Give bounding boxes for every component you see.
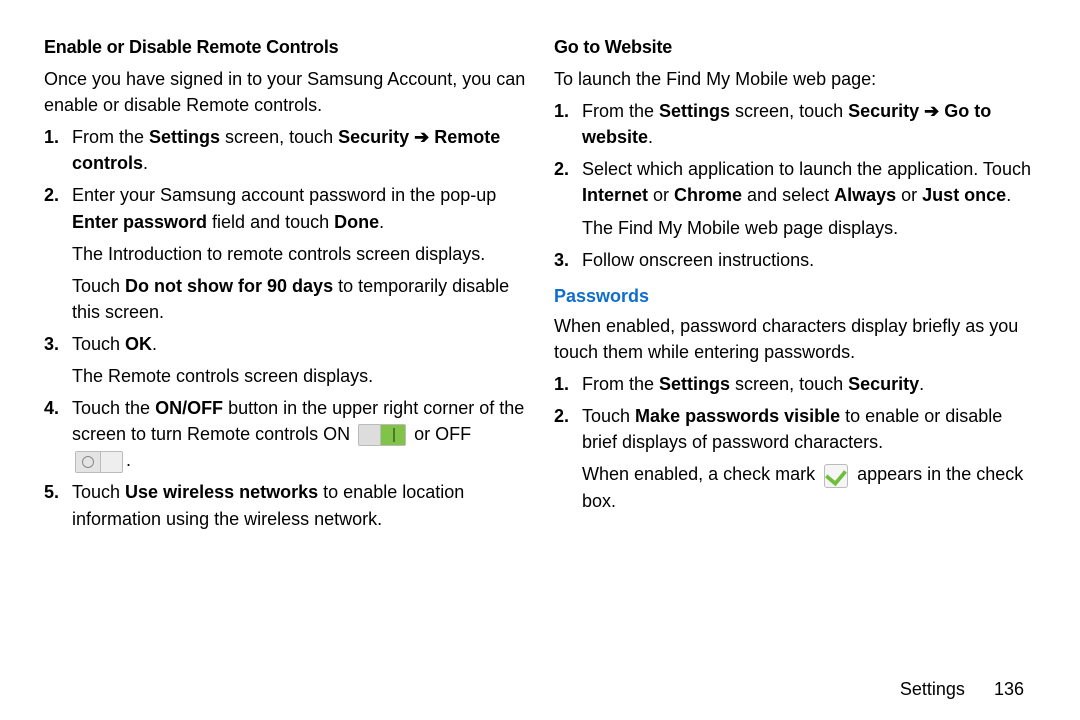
- step-body: Select which application to launch the a…: [582, 156, 1036, 240]
- step-number: 5.: [44, 479, 72, 505]
- toggle-off-icon: [75, 451, 123, 473]
- step-body: Touch the ON/OFF button in the upper rig…: [72, 395, 526, 473]
- step-body: Touch Make passwords visible to enable o…: [582, 403, 1036, 514]
- step-body: Touch Use wireless networks to enable lo…: [72, 479, 526, 531]
- page-footer: Settings 136: [44, 675, 1036, 720]
- step-number: 1.: [554, 98, 582, 124]
- step-body: Enter your Samsung account password in t…: [72, 182, 526, 324]
- arrow-icon: ➔: [919, 101, 944, 121]
- steps-go-to-website: 1. From the Settings screen, touch Secur…: [554, 98, 1036, 273]
- left-column: Enable or Disable Remote Controls Once y…: [44, 34, 526, 675]
- step-body: From the Settings screen, touch Security…: [582, 371, 1036, 397]
- steps-remote-controls: 1. From the Settings screen, touch Secur…: [44, 124, 526, 531]
- checkmark-icon: [824, 464, 848, 488]
- step-3: 3. Touch OK. The Remote controls screen …: [44, 331, 526, 389]
- heading-go-to-website: Go to Website: [554, 34, 1036, 60]
- step-4: 4. Touch the ON/OFF button in the upper …: [44, 395, 526, 473]
- step-number: 2.: [554, 156, 582, 182]
- step-1: 1. From the Settings screen, touch Secur…: [554, 371, 1036, 397]
- step-body: Touch OK. The Remote controls screen dis…: [72, 331, 526, 389]
- arrow-icon: ➔: [409, 127, 434, 147]
- step-subtext: The Remote controls screen displays.: [72, 363, 526, 389]
- step-1: 1. From the Settings screen, touch Secur…: [44, 124, 526, 176]
- intro-go-to-website: To launch the Find My Mobile web page:: [554, 66, 1036, 92]
- step-1: 1. From the Settings screen, touch Secur…: [554, 98, 1036, 150]
- intro-passwords: When enabled, password characters displa…: [554, 313, 1036, 365]
- step-body: From the Settings screen, touch Security…: [72, 124, 526, 176]
- step-number: 1.: [44, 124, 72, 150]
- heading-remote-controls: Enable or Disable Remote Controls: [44, 34, 526, 60]
- footer-section: Settings: [900, 679, 965, 699]
- step-subtext: When enabled, a check mark appears in th…: [582, 461, 1036, 513]
- step-2: 2. Select which application to launch th…: [554, 156, 1036, 240]
- step-5: 5. Touch Use wireless networks to enable…: [44, 479, 526, 531]
- step-2: 2. Enter your Samsung account password i…: [44, 182, 526, 324]
- step-number: 4.: [44, 395, 72, 421]
- toggle-on-icon: [358, 424, 406, 446]
- step-2: 2. Touch Make passwords visible to enabl…: [554, 403, 1036, 514]
- step-number: 3.: [554, 247, 582, 273]
- steps-passwords: 1. From the Settings screen, touch Secur…: [554, 371, 1036, 514]
- step-body: Follow onscreen instructions.: [582, 247, 1036, 273]
- step-number: 2.: [44, 182, 72, 208]
- step-subtext: The Introduction to remote controls scre…: [72, 241, 526, 267]
- step-subtext: The Find My Mobile web page displays.: [582, 215, 1036, 241]
- step-number: 1.: [554, 371, 582, 397]
- heading-passwords: Passwords: [554, 283, 1036, 309]
- right-column: Go to Website To launch the Find My Mobi…: [554, 34, 1036, 675]
- step-subtext: Touch Do not show for 90 days to tempora…: [72, 273, 526, 325]
- step-body: From the Settings screen, touch Security…: [582, 98, 1036, 150]
- step-number: 3.: [44, 331, 72, 357]
- step-3: 3. Follow onscreen instructions.: [554, 247, 1036, 273]
- intro-remote-controls: Once you have signed in to your Samsung …: [44, 66, 526, 118]
- step-number: 2.: [554, 403, 582, 429]
- footer-page-number: 136: [994, 679, 1024, 699]
